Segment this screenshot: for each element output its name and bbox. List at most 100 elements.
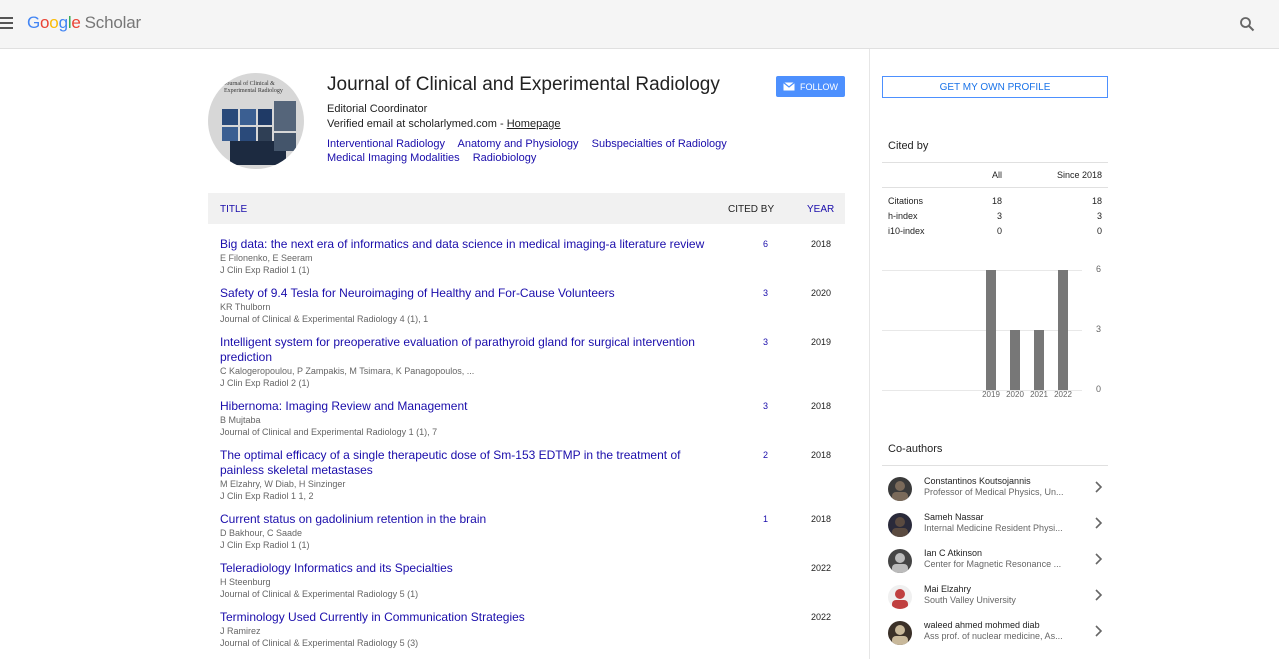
- chevron-right-icon[interactable]: [1094, 588, 1104, 602]
- top-bar: Google Scholar: [0, 0, 1279, 49]
- follow-label: FOLLOW: [799, 81, 838, 92]
- chart-gridline: [882, 330, 1082, 331]
- publication-authors: J Ramirez: [220, 626, 261, 636]
- publication-title-link[interactable]: Intelligent system for preoperative eval…: [220, 335, 710, 365]
- metric-label[interactable]: i10-index: [888, 226, 925, 236]
- chart-bar[interactable]: [1058, 270, 1068, 390]
- cited-by-count-link[interactable]: 3: [763, 401, 768, 411]
- avatar-scan-tile: [258, 127, 272, 141]
- coauthor-name[interactable]: Constantinos Koutsojannis: [924, 476, 1031, 486]
- publications-list: Big data: the next era of informatics an…: [208, 237, 845, 659]
- chart-x-tick: 2019: [982, 390, 1000, 399]
- research-interests: Interventional Radiology Anatomy and Phy…: [327, 137, 767, 165]
- interest-link[interactable]: Subspecialties of Radiology: [592, 138, 727, 150]
- publication-title-link[interactable]: The optimal efficacy of a single therape…: [220, 448, 710, 478]
- cited-by-count-link[interactable]: 3: [763, 288, 768, 298]
- coauthor-name[interactable]: Ian C Atkinson: [924, 548, 982, 558]
- coauthor-name[interactable]: waleed ahmed mohmed diab: [924, 620, 1040, 630]
- sort-by-year[interactable]: YEAR: [807, 204, 834, 215]
- logo-product: Scholar: [84, 13, 141, 32]
- avatar-scan-tile: [222, 109, 238, 125]
- coauthor-name[interactable]: Mai Elzahry: [924, 584, 971, 594]
- cited-by-column-header[interactable]: CITED BY: [728, 204, 774, 215]
- chart-bar[interactable]: [1010, 330, 1020, 390]
- chevron-right-icon[interactable]: [1094, 516, 1104, 530]
- chart-gridline: [882, 270, 1082, 271]
- coauthor-item[interactable]: waleed ahmed mohmed diab Ass prof. of nuc…: [882, 618, 1108, 654]
- metric-since: 18: [1091, 196, 1102, 206]
- publication-authors: H Steenburg: [220, 577, 271, 587]
- publication-row: Intelligent system for preoperative eval…: [208, 335, 845, 399]
- metric-since: 3: [1096, 211, 1102, 221]
- metric-label[interactable]: Citations: [888, 196, 923, 206]
- publication-title-link[interactable]: Current status on gadolinium retention i…: [220, 512, 710, 527]
- metrics-col-all: All: [991, 170, 1002, 180]
- cited-by-count-link[interactable]: 1: [763, 514, 768, 524]
- follow-button[interactable]: FOLLOW: [776, 76, 845, 97]
- avatar-scan-tile: [240, 109, 256, 125]
- divider: [882, 162, 1108, 163]
- cited-by-count-link[interactable]: 2: [763, 450, 768, 460]
- publication-venue: J Clin Exp Radiol 1 1, 2: [220, 491, 314, 501]
- publication-venue: J Clin Exp Radiol 1 (1): [220, 540, 310, 550]
- menu-icon[interactable]: [0, 17, 14, 30]
- profile-email: Verified email at scholarlymed.com - Hom…: [327, 118, 561, 130]
- cited-by-count-link[interactable]: 6: [763, 239, 768, 249]
- metric-all: 3: [996, 211, 1002, 221]
- logo-letter: o: [40, 13, 50, 32]
- publication-venue: J Clin Exp Radiol 1 (1): [220, 265, 310, 275]
- publication-row: Terminology Used Currently in Communicat…: [208, 610, 845, 659]
- chart-y-tick: 3: [1096, 324, 1102, 334]
- publication-authors: C Kalogeropoulou, P Zampakis, M Tsimara,…: [220, 366, 475, 376]
- publication-title-link[interactable]: Hibernoma: Imaging Review and Management: [220, 399, 710, 414]
- publication-title-link[interactable]: Big data: the next era of informatics an…: [220, 237, 710, 252]
- publication-year: 2022: [811, 612, 832, 622]
- chevron-right-icon[interactable]: [1094, 624, 1104, 638]
- interest-link[interactable]: Radiobiology: [473, 152, 537, 164]
- publication-authors: KR Thulborn: [220, 302, 271, 312]
- interest-link[interactable]: Anatomy and Physiology: [457, 138, 578, 150]
- coauthor-name[interactable]: Sameh Nassar: [924, 512, 984, 522]
- publication-venue: J Clin Exp Radiol 2 (1): [220, 378, 310, 388]
- chart-bar[interactable]: [1034, 330, 1044, 390]
- homepage-link[interactable]: Homepage: [507, 118, 561, 130]
- google-scholar-logo[interactable]: Google Scholar: [27, 13, 141, 33]
- metrics-col-since: Since 2018: [1056, 170, 1102, 180]
- get-own-profile-button[interactable]: GET MY OWN PROFILE: [882, 76, 1108, 98]
- coauthor-avatar: [888, 513, 912, 537]
- publication-year: 2018: [811, 450, 832, 460]
- publication-year: 2022: [811, 563, 832, 573]
- publication-year: 2018: [811, 401, 832, 411]
- chart-x-tick: 2020: [1006, 390, 1024, 399]
- coauthor-item[interactable]: Mai Elzahry South Valley University: [882, 582, 1108, 618]
- search-icon[interactable]: [1239, 16, 1257, 34]
- cited-by-count-link[interactable]: 3: [763, 337, 768, 347]
- logo-letter: e: [71, 13, 81, 32]
- chart-y-tick: 0: [1096, 384, 1102, 394]
- logo-letter: g: [58, 13, 68, 32]
- publication-title-link[interactable]: Terminology Used Currently in Communicat…: [220, 610, 710, 625]
- sort-by-title[interactable]: TITLE: [220, 204, 247, 215]
- citations-per-year-chart: 0 3 6 2019 2020 2021 2022: [882, 262, 1108, 402]
- metric-label[interactable]: h-index: [888, 211, 918, 221]
- publication-row: Teleradiology Informatics and its Specia…: [208, 561, 845, 610]
- logo-letter: o: [49, 13, 59, 32]
- interest-link[interactable]: Medical Imaging Modalities: [327, 152, 460, 164]
- coauthor-item[interactable]: Sameh Nassar Internal Medicine Resident P…: [882, 510, 1108, 546]
- publication-row: Big data: the next era of informatics an…: [208, 237, 845, 286]
- profile-avatar: Journal of Clinical & Experimental Radio…: [208, 73, 304, 169]
- metric-all: 0: [996, 226, 1002, 236]
- coauthor-avatar: [888, 621, 912, 645]
- coauthor-item[interactable]: Constantinos Koutsojannis Professor of Me…: [882, 474, 1108, 510]
- chart-x-tick: 2021: [1030, 390, 1048, 399]
- publication-row: The optimal efficacy of a single therape…: [208, 448, 845, 512]
- chevron-right-icon[interactable]: [1094, 480, 1104, 494]
- coauthor-item[interactable]: Ian C Atkinson Center for Magnetic Resona…: [882, 546, 1108, 582]
- chevron-right-icon[interactable]: [1094, 552, 1104, 566]
- publication-authors: M Elzahry, W Diab, H Sinzinger: [220, 479, 346, 489]
- publication-title-link[interactable]: Teleradiology Informatics and its Specia…: [220, 561, 710, 576]
- interest-link[interactable]: Interventional Radiology: [327, 138, 445, 150]
- chart-bar[interactable]: [986, 270, 996, 390]
- profile-name: Journal of Clinical and Experimental Rad…: [327, 74, 720, 95]
- publication-title-link[interactable]: Safety of 9.4 Tesla for Neuroimaging of …: [220, 286, 710, 301]
